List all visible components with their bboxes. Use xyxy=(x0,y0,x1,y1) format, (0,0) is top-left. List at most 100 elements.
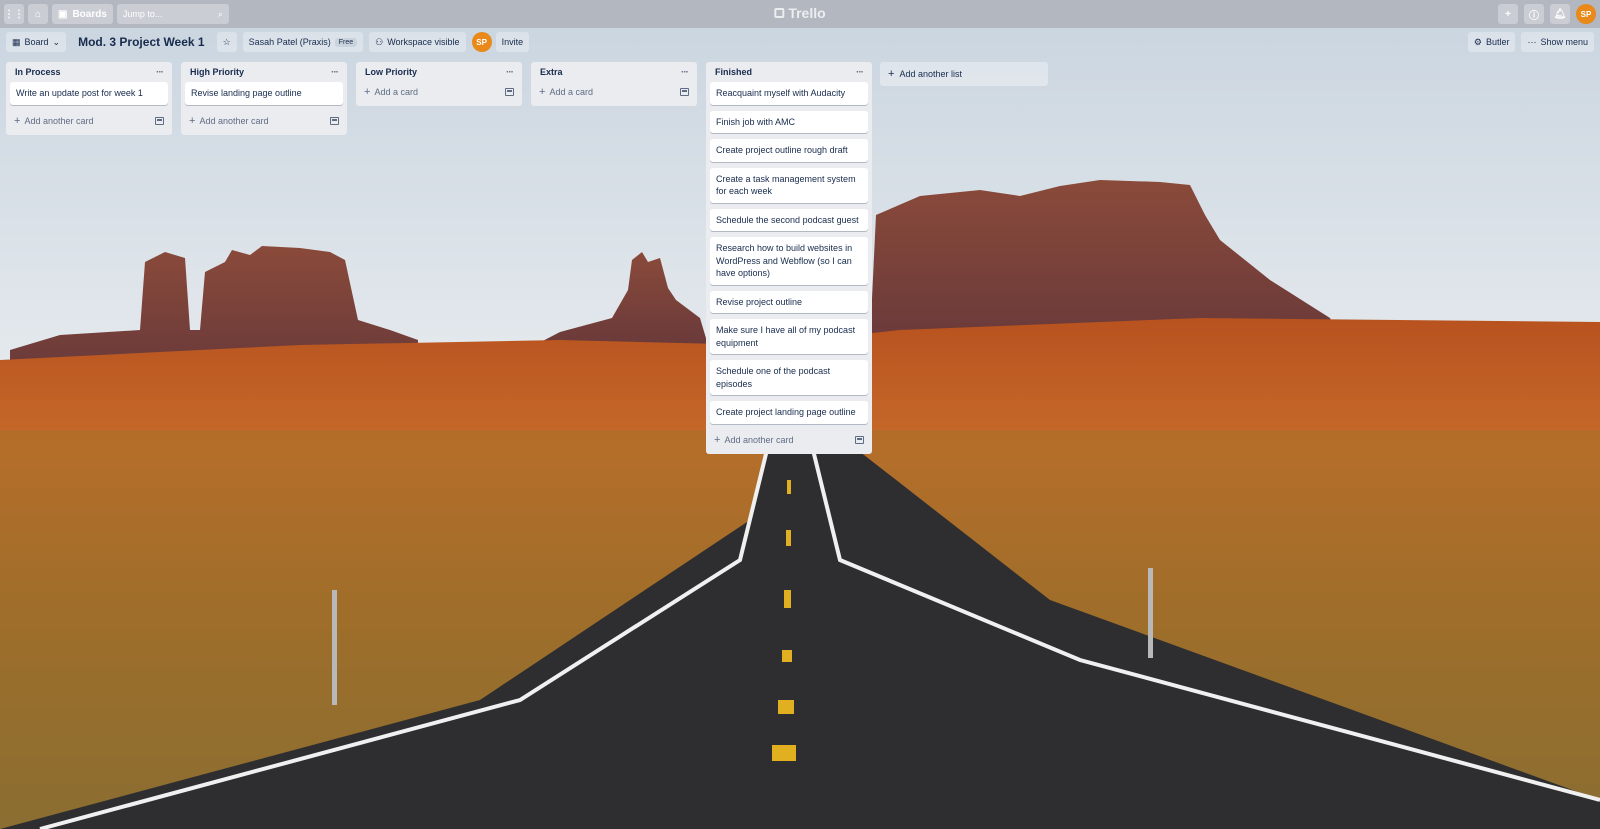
list-header[interactable]: High Priority ··· xyxy=(185,62,343,82)
list-header[interactable]: Extra ··· xyxy=(535,62,693,82)
logo-text: Trello xyxy=(788,5,826,21)
add-card-label: Add a card xyxy=(549,87,593,97)
add-card-button[interactable]: + Add another card xyxy=(710,430,868,450)
add-card-button[interactable]: + Add a card xyxy=(535,82,693,102)
show-menu-label: Show menu xyxy=(1540,37,1588,47)
list-menu-icon[interactable]: ··· xyxy=(681,67,689,78)
trello-logo-icon xyxy=(774,8,785,18)
boards-button[interactable]: ▣ Boards xyxy=(52,4,113,24)
header-right-actions: ⚙ Butler ··· Show menu xyxy=(1467,32,1594,52)
add-card-label: Add another card xyxy=(199,115,269,126)
star-button[interactable]: ☆ xyxy=(216,32,237,52)
list-extra: Extra ··· + Add a card xyxy=(531,62,697,106)
butler-button[interactable]: ⚙ Butler xyxy=(1467,32,1516,52)
plus-icon: + xyxy=(14,114,21,127)
card[interactable]: Create project outline rough draft xyxy=(710,139,868,162)
card[interactable]: Schedule the second podcast guest xyxy=(710,208,868,231)
list-title[interactable]: Finished xyxy=(715,67,752,77)
board-view-label: Board xyxy=(24,37,49,47)
add-list-button[interactable]: + Add another list xyxy=(880,62,1048,86)
workspace-button[interactable]: Sasah Patel (Praxis) Free xyxy=(242,32,364,52)
visibility-label: Workspace visible xyxy=(387,37,460,47)
top-navigation-bar: ⋮⋮ ⌂ ▣ Boards Jump to... ⌕ Trello + ⓘ 🔔︎… xyxy=(0,0,1600,28)
butler-label: Butler xyxy=(1485,37,1510,47)
list-header[interactable]: Finished ··· xyxy=(710,62,868,82)
card-template-icon[interactable] xyxy=(855,435,864,444)
boards-icon: ▣ xyxy=(58,8,68,20)
add-card-label: Add another card xyxy=(24,115,94,126)
card[interactable]: Create a task management system for each… xyxy=(710,167,868,203)
add-card-label: Add another card xyxy=(724,434,794,445)
member-avatar[interactable]: SP xyxy=(471,32,492,52)
info-icon: ⓘ xyxy=(1529,10,1539,22)
board-view-icon: ▦ xyxy=(12,36,21,47)
list-finished: Finished ··· Reacquaint myself with Auda… xyxy=(706,62,872,454)
list-title[interactable]: Low Priority xyxy=(365,67,417,77)
plus-icon: + xyxy=(189,114,196,127)
visibility-button[interactable]: ⚇ Workspace visible xyxy=(369,32,466,52)
plus-icon: + xyxy=(888,68,895,80)
list-menu-icon[interactable]: ··· xyxy=(331,67,339,78)
card[interactable]: Finish job with AMC xyxy=(710,110,868,133)
card[interactable]: Revise landing page outline xyxy=(185,82,343,105)
add-card-button[interactable]: + Add another card xyxy=(10,111,168,131)
card[interactable]: Reacquaint myself with Audacity xyxy=(710,82,868,105)
list-in-process: In Process ··· Write an update post for … xyxy=(6,62,172,135)
boards-label: Boards xyxy=(72,8,107,20)
people-icon: ⚇ xyxy=(375,36,384,47)
list-menu-icon[interactable]: ··· xyxy=(856,67,864,78)
card-template-icon[interactable] xyxy=(680,88,689,96)
add-list-label: Add another list xyxy=(899,69,962,79)
topnav-right-actions: + ⓘ 🔔︎ SP xyxy=(1498,4,1596,24)
card[interactable]: Schedule one of the podcast episodes xyxy=(710,360,868,395)
butler-icon: ⚙ xyxy=(1473,36,1482,47)
more-icon: ··· xyxy=(1527,37,1537,47)
bell-icon: 🔔︎ xyxy=(1553,8,1567,20)
plus-icon: + xyxy=(364,86,371,98)
search-input[interactable]: Jump to... ⌕ xyxy=(116,4,229,24)
list-title[interactable]: Extra xyxy=(540,67,563,77)
board-title[interactable]: Mod. 3 Project Week 1 xyxy=(72,35,211,49)
grid-icon: ⋮⋮ xyxy=(4,8,24,20)
list-header[interactable]: In Process ··· xyxy=(10,62,168,82)
invite-button[interactable]: Invite xyxy=(495,32,530,52)
workspace-name: Sasah Patel (Praxis) xyxy=(248,37,331,47)
home-icon: ⌂ xyxy=(34,8,42,20)
card[interactable]: Research how to build websites in WordPr… xyxy=(710,237,868,285)
card[interactable]: Create project landing page outline xyxy=(710,401,868,424)
search-icon: ⌕ xyxy=(217,8,223,19)
search-placeholder: Jump to... xyxy=(122,9,163,19)
add-card-button[interactable]: + Add another card xyxy=(185,111,343,131)
home-button[interactable]: ⌂ xyxy=(28,4,48,24)
list-menu-icon[interactable]: ··· xyxy=(506,67,514,78)
card[interactable]: Make sure I have all of my podcast equip… xyxy=(710,319,868,354)
star-icon: ☆ xyxy=(222,36,231,47)
trello-logo[interactable]: Trello xyxy=(774,5,826,21)
list-menu-icon[interactable]: ··· xyxy=(156,67,164,78)
plus-icon: + xyxy=(539,86,546,98)
card[interactable]: Revise project outline xyxy=(710,290,868,313)
plus-icon: + xyxy=(714,433,721,446)
apps-grid-button[interactable]: ⋮⋮ xyxy=(4,4,24,24)
board-view-switcher[interactable]: ▦ Board ⌄ xyxy=(6,32,67,52)
add-card-button[interactable]: + Add a card xyxy=(360,82,518,102)
add-card-label: Add a card xyxy=(374,87,418,97)
card-template-icon[interactable] xyxy=(505,88,514,96)
chevron-down-icon: ⌄ xyxy=(52,36,61,47)
info-button[interactable]: ⓘ xyxy=(1524,4,1544,24)
plus-icon: + xyxy=(1505,8,1511,20)
create-button[interactable]: + xyxy=(1498,4,1518,24)
card[interactable]: Write an update post for week 1 xyxy=(10,82,168,105)
list-high-priority: High Priority ··· Revise landing page ou… xyxy=(181,62,347,135)
invite-label: Invite xyxy=(501,37,524,47)
list-header[interactable]: Low Priority ··· xyxy=(360,62,518,82)
show-menu-button[interactable]: ··· Show menu xyxy=(1521,32,1594,52)
plan-badge: Free xyxy=(334,37,358,47)
card-template-icon[interactable] xyxy=(155,116,164,125)
card-template-icon[interactable] xyxy=(330,116,339,125)
list-title[interactable]: In Process xyxy=(15,67,61,77)
list-title[interactable]: High Priority xyxy=(190,67,244,77)
notifications-button[interactable]: 🔔︎ xyxy=(1550,4,1570,24)
avatar[interactable]: SP xyxy=(1576,4,1596,24)
list-low-priority: Low Priority ··· + Add a card xyxy=(356,62,522,106)
